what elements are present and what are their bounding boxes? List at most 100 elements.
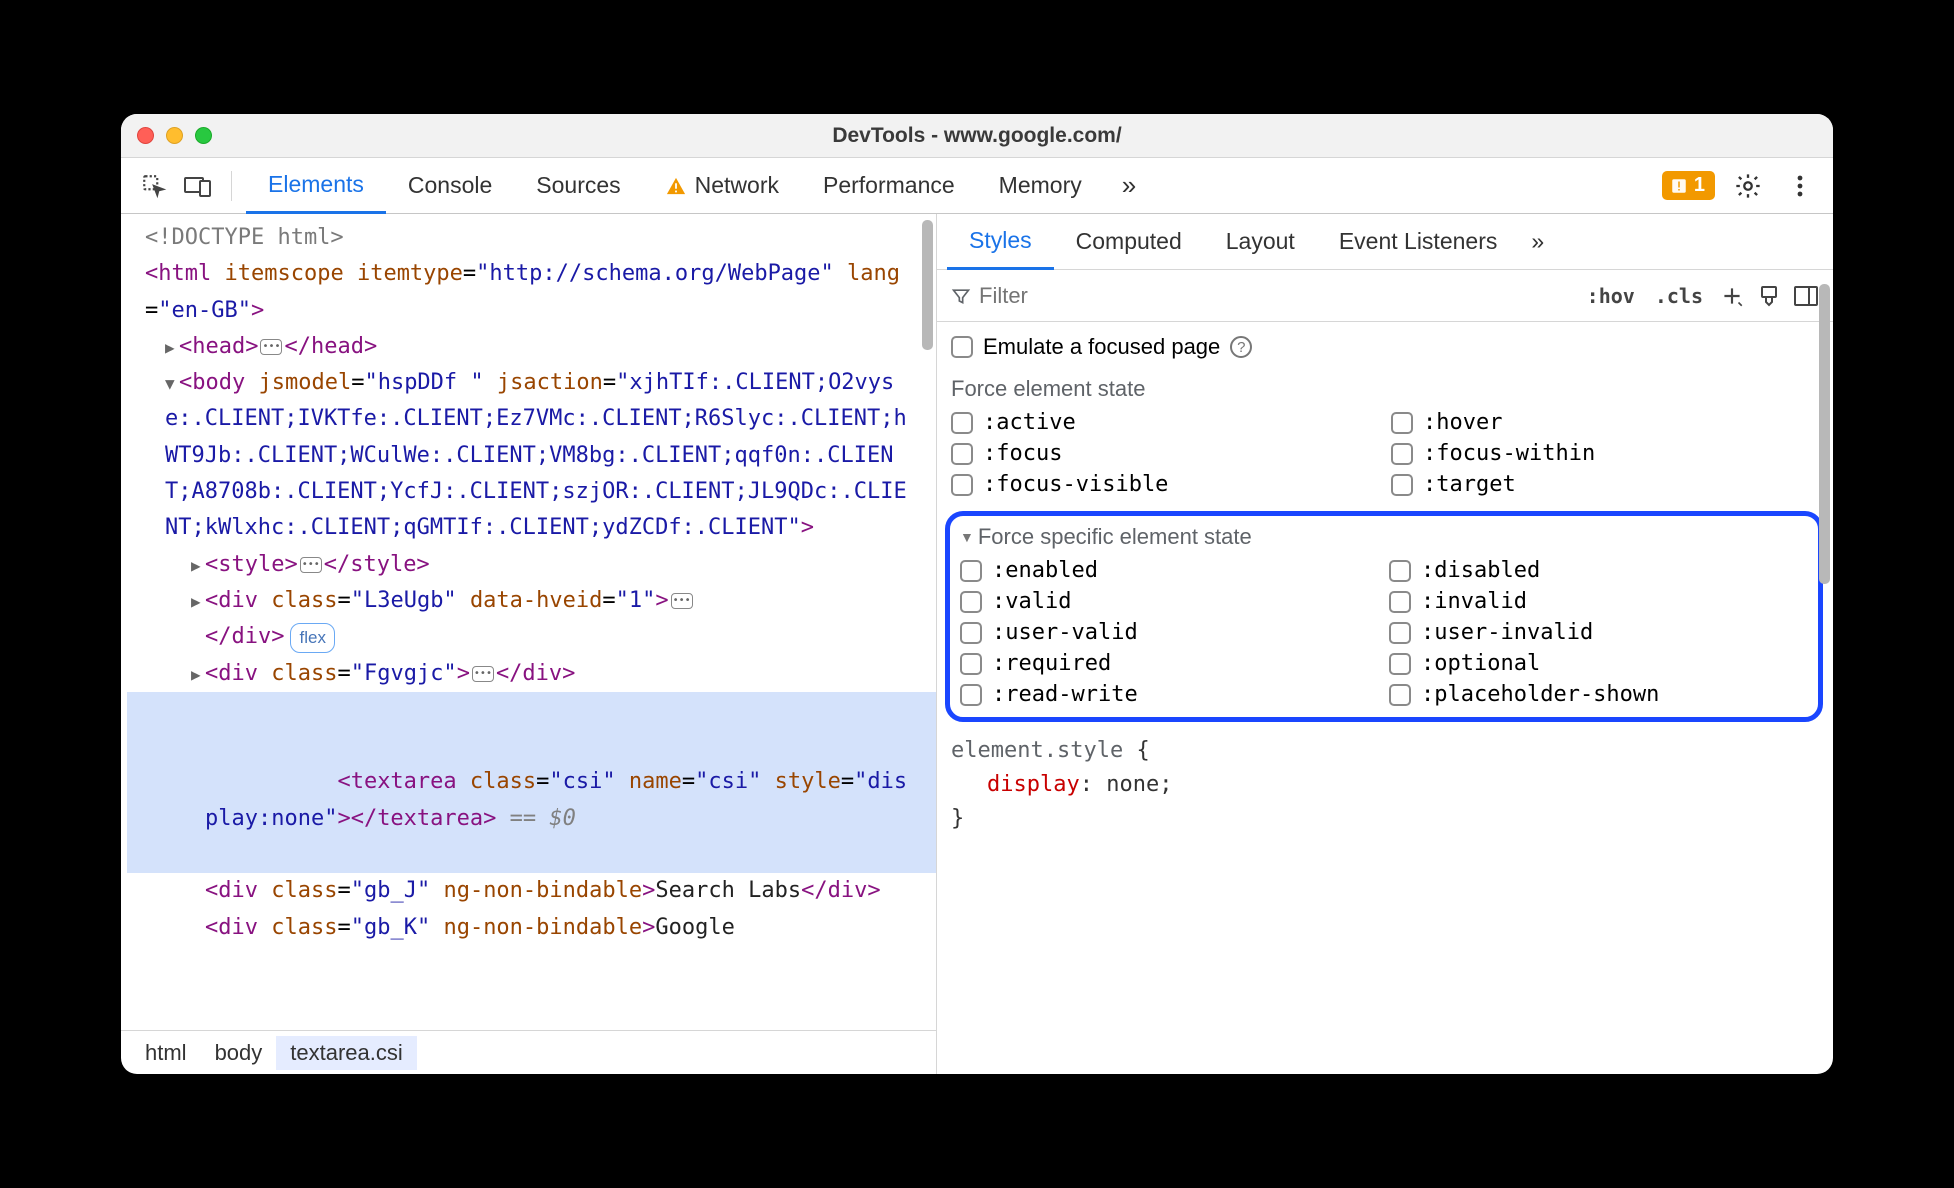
hov-toggle[interactable]: :hov bbox=[1583, 282, 1639, 310]
cls-toggle[interactable]: .cls bbox=[1651, 282, 1707, 310]
state-label: :valid bbox=[992, 589, 1071, 614]
tab-performance[interactable]: Performance bbox=[801, 158, 977, 213]
emulate-focused-label: Emulate a focused page bbox=[983, 334, 1220, 360]
dom-node-div-fgvgjc[interactable]: ▶<div class="Fgvgjc">•••</div> bbox=[127, 656, 936, 692]
tab-elements[interactable]: Elements bbox=[246, 158, 386, 214]
breadcrumbs: html body textarea.csi bbox=[121, 1030, 936, 1074]
dom-node-style[interactable]: ▶<style>•••</style> bbox=[127, 547, 936, 583]
tab-network[interactable]: Network bbox=[643, 158, 801, 213]
state-label: :active bbox=[983, 410, 1076, 435]
scrollbar-thumb[interactable] bbox=[922, 220, 933, 350]
tab-label: Network bbox=[695, 172, 779, 199]
ellipsis-icon[interactable]: ••• bbox=[472, 666, 494, 682]
state-invalid: :invalid bbox=[1389, 589, 1806, 614]
subtab-label: Computed bbox=[1076, 228, 1182, 255]
state-label: :user-valid bbox=[992, 620, 1138, 645]
state-label: :focus-within bbox=[1423, 441, 1595, 466]
tab-label: Sources bbox=[536, 172, 620, 199]
state-checkbox[interactable] bbox=[1391, 474, 1413, 496]
filter-input[interactable] bbox=[979, 283, 1571, 309]
ellipsis-icon[interactable]: ••• bbox=[671, 593, 693, 609]
css-property[interactable]: display bbox=[987, 772, 1080, 797]
state-checkbox[interactable] bbox=[960, 653, 982, 675]
dom-node-div-gbj[interactable]: <div class="gb_J" ng-non-bindable>Search… bbox=[127, 873, 936, 909]
elements-panel: <!DOCTYPE html> <html itemscope itemtype… bbox=[121, 214, 937, 1074]
dom-node-div-gbk[interactable]: <div class="gb_K" ng-non-bindable>Google bbox=[127, 910, 936, 946]
force-specific-title[interactable]: ▼Force specific element state bbox=[958, 520, 1812, 558]
more-subtabs-button[interactable]: » bbox=[1519, 214, 1556, 269]
toggle-sidebar-button[interactable] bbox=[1793, 284, 1819, 308]
state-checkbox[interactable] bbox=[1389, 684, 1411, 706]
state-checkbox[interactable] bbox=[951, 443, 973, 465]
settings-button[interactable] bbox=[1729, 167, 1767, 205]
emulate-focused-checkbox[interactable] bbox=[951, 336, 973, 358]
ellipsis-icon[interactable]: ••• bbox=[260, 339, 282, 355]
state-disabled: :disabled bbox=[1389, 558, 1806, 583]
css-value[interactable]: none bbox=[1106, 772, 1159, 797]
main-toolbar: Elements Console Sources Network Perform… bbox=[121, 158, 1833, 214]
help-icon[interactable]: ? bbox=[1230, 336, 1252, 358]
dom-node-doctype[interactable]: <!DOCTYPE html> bbox=[127, 220, 936, 256]
crumb-body[interactable]: body bbox=[201, 1036, 277, 1070]
subtab-computed[interactable]: Computed bbox=[1054, 214, 1204, 269]
scrollbar-thumb[interactable] bbox=[1819, 284, 1830, 584]
force-specific-state-section: ▼Force specific element state :enabled :… bbox=[945, 511, 1823, 722]
new-style-rule-button[interactable] bbox=[1719, 283, 1745, 309]
state-checkbox[interactable] bbox=[951, 412, 973, 434]
warning-square-icon bbox=[1670, 177, 1688, 195]
state-checkbox[interactable] bbox=[1389, 622, 1411, 644]
tab-console[interactable]: Console bbox=[386, 158, 514, 213]
more-options-button[interactable] bbox=[1781, 167, 1819, 205]
state-checkbox[interactable] bbox=[1391, 443, 1413, 465]
state-checkbox[interactable] bbox=[951, 474, 973, 496]
state-checkbox[interactable] bbox=[1391, 412, 1413, 434]
computed-styles-button[interactable] bbox=[1757, 284, 1781, 308]
state-checkbox[interactable] bbox=[960, 684, 982, 706]
plus-icon bbox=[1719, 283, 1745, 309]
dom-node-html[interactable]: <html itemscope itemtype="http://schema.… bbox=[127, 256, 936, 329]
flex-badge[interactable]: flex bbox=[290, 623, 334, 653]
state-checkbox[interactable] bbox=[1389, 591, 1411, 613]
state-read-write: :read-write bbox=[960, 682, 1377, 707]
issues-count: 1 bbox=[1694, 174, 1705, 197]
separator bbox=[231, 171, 232, 201]
tab-sources[interactable]: Sources bbox=[514, 158, 642, 213]
crumb-textarea-csi[interactable]: textarea.csi bbox=[276, 1036, 417, 1070]
element-style-block[interactable]: element.style { display: none; } bbox=[937, 730, 1833, 846]
emulate-focused-row: Emulate a focused page ? bbox=[937, 322, 1833, 370]
force-state-title: Force element state bbox=[937, 370, 1833, 410]
issues-counter[interactable]: 1 bbox=[1662, 171, 1715, 200]
state-hover: :hover bbox=[1391, 410, 1819, 435]
device-toolbar-icon[interactable] bbox=[179, 167, 217, 205]
filter-icon bbox=[951, 286, 971, 306]
state-required: :required bbox=[960, 651, 1377, 676]
ellipsis-icon[interactable]: ••• bbox=[300, 557, 322, 573]
state-checkbox[interactable] bbox=[1389, 653, 1411, 675]
dom-tree[interactable]: <!DOCTYPE html> <html itemscope itemtype… bbox=[121, 214, 936, 1030]
subtab-layout[interactable]: Layout bbox=[1204, 214, 1317, 269]
css-selector: element.style bbox=[951, 738, 1123, 763]
state-user-invalid: :user-invalid bbox=[1389, 620, 1806, 645]
state-checkbox[interactable] bbox=[960, 560, 982, 582]
state-label: :read-write bbox=[992, 682, 1138, 707]
dom-node-head[interactable]: ▶<head>•••</head> bbox=[127, 329, 936, 365]
panel-tabs: Elements Console Sources Network Perform… bbox=[246, 158, 1104, 213]
state-active: :active bbox=[951, 410, 1379, 435]
tab-memory[interactable]: Memory bbox=[977, 158, 1104, 213]
state-checkbox[interactable] bbox=[1389, 560, 1411, 582]
dom-node-body[interactable]: ▼<body jsmodel="hspDDf " jsaction="xjhTI… bbox=[127, 365, 936, 546]
state-checkbox[interactable] bbox=[960, 622, 982, 644]
warning-icon bbox=[665, 176, 687, 196]
state-checkbox[interactable] bbox=[960, 591, 982, 613]
dom-node-div-l3eugb[interactable]: ▶<div class="L3eUgb" data-hveid="1">•••<… bbox=[127, 583, 936, 656]
styles-panel: Styles Computed Layout Event Listeners »… bbox=[937, 214, 1833, 1074]
dom-node-textarea-csi[interactable]: ••• <textarea class="csi" name="csi" sty… bbox=[127, 692, 936, 873]
window-title: DevTools - www.google.com/ bbox=[121, 124, 1833, 148]
crumb-html[interactable]: html bbox=[131, 1036, 201, 1070]
subtab-event-listeners[interactable]: Event Listeners bbox=[1317, 214, 1520, 269]
more-tabs-button[interactable]: » bbox=[1110, 170, 1148, 201]
state-label: :focus-visible bbox=[983, 472, 1168, 497]
inspect-element-icon[interactable] bbox=[135, 167, 173, 205]
dollar-zero-label: == $0 bbox=[496, 806, 575, 831]
subtab-styles[interactable]: Styles bbox=[947, 214, 1054, 270]
